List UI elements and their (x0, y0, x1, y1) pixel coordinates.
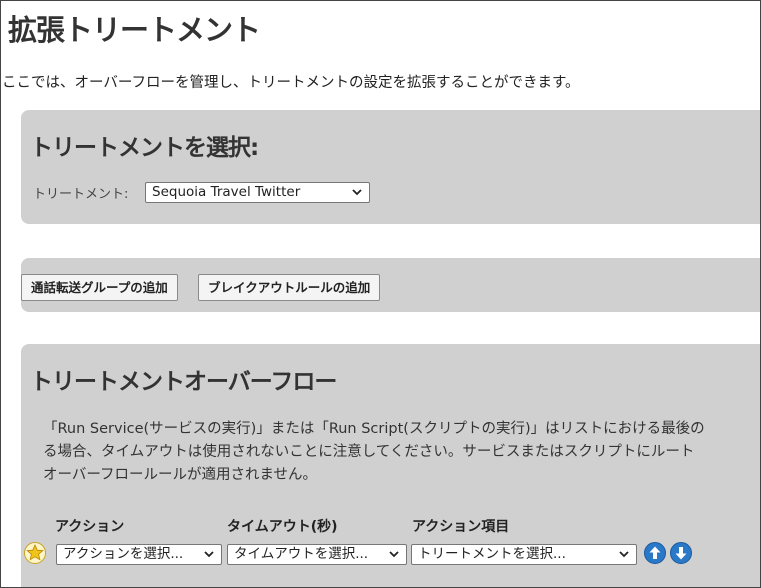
chevron-down-icon (618, 545, 630, 564)
chevron-down-icon (351, 183, 363, 202)
treatment-select-heading: トリートメントを選択: (30, 135, 259, 161)
column-action-item: アクション項目 (412, 519, 510, 535)
arrow-down-icon[interactable] (670, 542, 692, 564)
arrow-up-icon[interactable] (644, 542, 666, 564)
chevron-down-icon (388, 545, 400, 564)
add-buttons-panel: 通話転送グループの追加 ブレイクアウトルールの追加 (21, 258, 760, 312)
page-title: 拡張トリートメント (8, 13, 261, 47)
treatment-select-panel: トリートメントを選択: トリートメント: Sequoia Travel Twit… (21, 110, 760, 224)
desc-line-1: 「Run Service(サービスの実行)」または「Run Script(スクリ… (43, 421, 705, 437)
add-transfer-group-button[interactable]: 通話転送グループの追加 (21, 274, 178, 301)
overflow-description: 「Run Service(サービスの実行)」または「Run Script(スクリ… (43, 418, 760, 487)
desc-line-3: オーバーフロールールが適用されません。 (43, 467, 318, 483)
treatment-label: トリートメント: (33, 187, 129, 202)
timeout-select-value: タイムアウトを選択... (234, 546, 369, 562)
column-timeout: タイムアウト(秒) (227, 519, 338, 535)
action-select[interactable]: アクションを選択... (56, 544, 222, 565)
action-select-value: アクションを選択... (63, 546, 184, 562)
overflow-heading: トリートメントオーバーフロー (30, 369, 337, 395)
intro-text: ここでは、オーバーフローを管理し、トリートメントの設定を拡張することができます。 (2, 75, 580, 91)
chevron-down-icon (203, 545, 215, 564)
desc-line-2: る場合、タイムアウトは使用されないことに注意してください。サービスまたはスクリプ… (43, 444, 695, 460)
add-breakout-rule-button[interactable]: ブレイクアウトルールの追加 (198, 274, 381, 301)
window: 拡張トリートメント ここでは、オーバーフローを管理し、トリートメントの設定を拡張… (0, 0, 761, 588)
treatment-select[interactable]: Sequoia Travel Twitter (145, 182, 370, 203)
treatment-select-value: Sequoia Travel Twitter (152, 184, 301, 200)
treatment-overflow-panel: トリートメントオーバーフロー 「Run Service(サービスの実行)」または… (21, 344, 760, 587)
column-action: アクション (55, 519, 125, 535)
timeout-select[interactable]: タイムアウトを選択... (227, 544, 407, 565)
action-item-select[interactable]: トリートメントを選択... (411, 544, 637, 565)
star-icon (24, 542, 46, 564)
action-item-select-value: トリートメントを選択... (418, 546, 566, 562)
